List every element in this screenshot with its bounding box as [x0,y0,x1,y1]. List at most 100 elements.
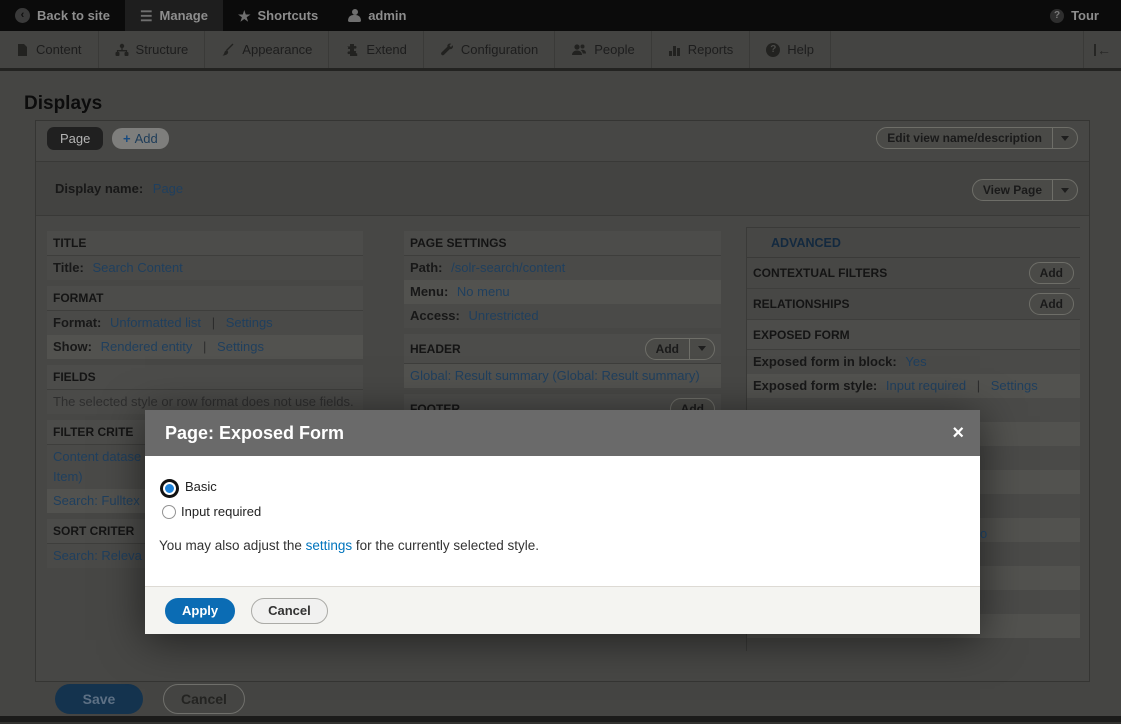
section-header-format: FORMAT [47,286,363,311]
menu-item-configuration[interactable]: Configuration [424,31,555,68]
global-result-summary-link[interactable]: Global: Result summary (Global: Result s… [410,368,700,383]
bar-chart-icon [668,43,681,57]
display-name-link[interactable]: Page [153,181,183,196]
modal-cancel-button[interactable]: Cancel [251,598,328,624]
access-link[interactable]: Unrestricted [469,308,539,323]
form-actions-bar: Save Cancel [35,683,1090,716]
modal-header: Page: Exposed Form × [145,410,980,456]
collapse-left-icon: ← [1094,44,1111,56]
show-settings-link[interactable]: Settings [217,339,264,354]
toolbar-spacer [421,0,1035,31]
close-icon[interactable]: × [952,423,964,443]
exposed-form-block-row: Exposed form in block: Yes [747,350,1080,374]
access-row: Access: Unrestricted [404,304,721,328]
radio-option-basic[interactable]: Basic [159,474,966,499]
plus-icon: + [123,131,131,146]
section-format: FORMAT Format: Unformatted list | Settin… [47,286,363,359]
apply-button[interactable]: Apply [165,598,235,624]
menu-item-reports[interactable]: Reports [652,31,751,68]
save-button[interactable]: Save [55,684,143,714]
title-row: Title: Search Content [47,256,363,280]
format-link[interactable]: Unformatted list [110,315,201,330]
tab-display-page[interactable]: Page [47,127,103,150]
admin-user-button[interactable]: admin [333,0,421,31]
radio-selected-icon[interactable] [163,482,176,495]
display-top-bar: Display name: Page View Page [36,161,1089,216]
access-label: Access: [410,308,460,323]
menu-item-content[interactable]: Content [0,31,99,68]
contextual-filters-row: CONTEXTUAL FILTERS Add [747,258,1080,289]
column-second: PAGE SETTINGS Path: /solr-search/content… [404,231,721,430]
menu-label: Help [787,42,814,57]
page-bottom-strip [0,716,1121,724]
menu-label: Structure [136,42,189,57]
header-add-label: Add [646,342,689,356]
shortcuts-label: Shortcuts [258,8,319,23]
add-label: Add [1030,297,1073,311]
add-display-label: Add [135,131,158,146]
section-title: TITLE Title: Search Content [47,231,363,280]
fields-note: The selected style or row format does no… [53,394,354,409]
header-global-row: Global: Result summary (Global: Result s… [404,364,721,388]
menu-label: Appearance [242,42,312,57]
view-page-button[interactable]: View Page [972,179,1078,201]
dropdown-toggle[interactable] [1053,136,1077,141]
exposed-style-label: Exposed form style: [753,378,877,393]
manage-menu-button[interactable]: ☰ Manage [125,0,223,31]
exposed-form-modal: Page: Exposed Form × Basic Input require… [145,410,980,634]
people-icon [571,43,587,57]
menu-item-people[interactable]: People [555,31,651,68]
paintbrush-icon [221,43,235,57]
advanced-toggle[interactable]: ADVANCED [747,228,1080,258]
menu-label: Reports [688,42,734,57]
sort-relevance-link[interactable]: Search: Releva [53,548,142,563]
separator: | [970,378,987,393]
separator: | [205,315,222,330]
format-label: Format: [53,315,101,330]
back-to-site-button[interactable]: ‹ Back to site [0,0,125,31]
file-icon [16,43,29,57]
display-name-label: Display name: [55,181,143,196]
settings-link[interactable]: settings [306,538,353,553]
dropdown-toggle[interactable] [1053,188,1077,193]
menu-label: Content [36,42,82,57]
relationships-add-button[interactable]: Add [1029,293,1074,315]
contextual-filters-add-button[interactable]: Add [1029,262,1074,284]
radio-option-input-required[interactable]: Input required [159,499,966,524]
format-settings-link[interactable]: Settings [226,315,273,330]
exposed-form-style-row: Exposed form style: Input required | Set… [747,374,1080,398]
filter-fulltext-link[interactable]: Search: Fulltex [53,493,140,508]
exposed-style-link[interactable]: Input required [886,378,966,393]
section-fields: FIELDS The selected style or row format … [47,365,363,414]
modal-body: Basic Input required You may also adjust… [145,456,980,586]
chevron-down-icon [1061,136,1069,141]
exposed-block-link[interactable]: Yes [905,354,926,369]
modal-note: You may also adjust the settings for the… [159,538,966,553]
toolbar-orientation-toggle[interactable]: ← [1083,31,1121,68]
header-section-label: HEADER [410,342,461,356]
menu-item-structure[interactable]: Structure [99,31,206,68]
shortcuts-button[interactable]: ★ Shortcuts [223,0,333,31]
show-label: Show: [53,339,92,354]
dropdown-toggle[interactable] [690,346,714,351]
title-link[interactable]: Search Content [92,260,182,275]
path-link[interactable]: /solr-search/content [451,260,565,275]
header-add-button[interactable]: Add [645,338,715,360]
add-display-button[interactable]: + Add [112,128,169,149]
radio-unselected-icon[interactable] [162,505,176,519]
edit-view-name-button[interactable]: Edit view name/description [876,127,1078,149]
tour-button[interactable]: ? Tour [1035,0,1121,31]
user-icon [348,9,361,22]
show-link[interactable]: Rendered entity [101,339,193,354]
wrench-icon [440,43,454,57]
partial-link-text[interactable]: o [980,526,987,541]
menu-label: People [594,42,634,57]
menu-item-appearance[interactable]: Appearance [205,31,329,68]
cancel-button[interactable]: Cancel [163,684,245,714]
menu-item-help[interactable]: ? Help [750,31,831,68]
menu-link[interactable]: No menu [457,284,510,299]
note-text: for the currently selected style. [352,538,539,553]
menu-row: Menu: No menu [404,280,721,304]
menu-item-extend[interactable]: Extend [329,31,423,68]
exposed-style-settings-link[interactable]: Settings [991,378,1038,393]
